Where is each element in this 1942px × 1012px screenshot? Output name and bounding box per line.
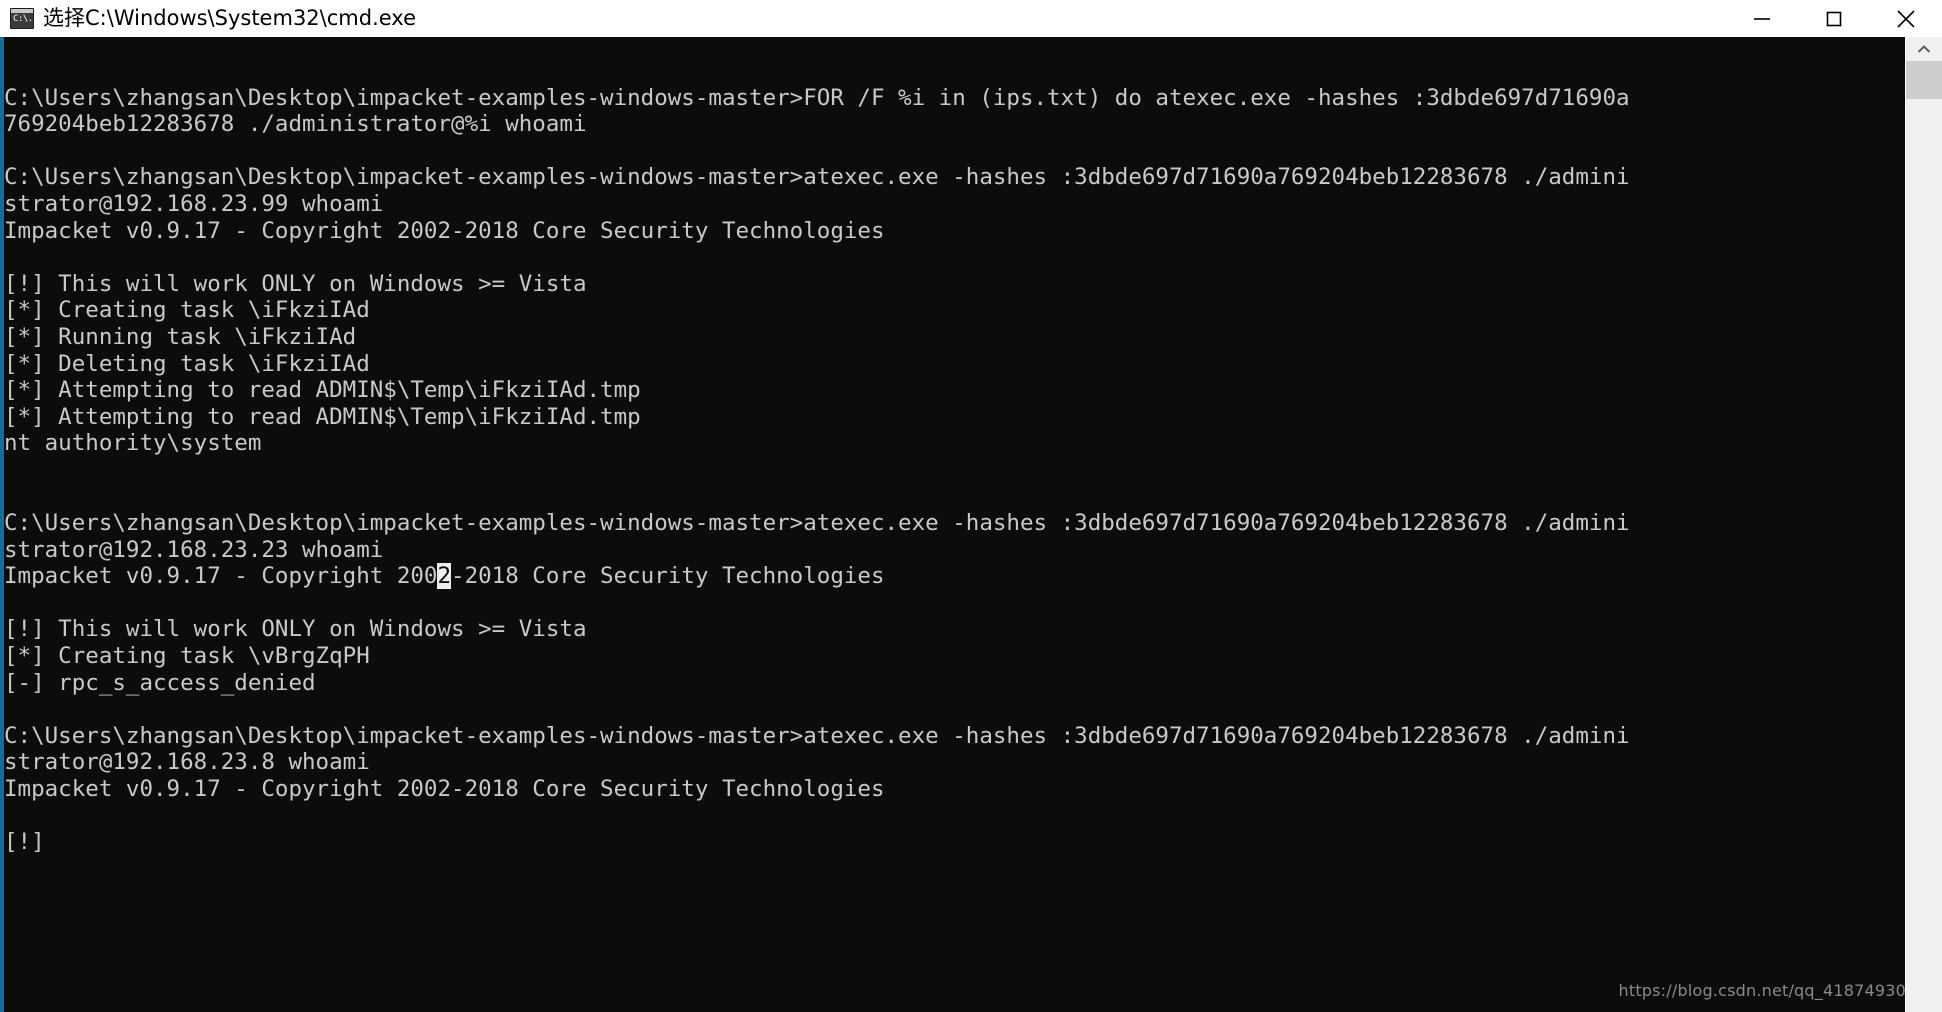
- console-line: C:\Users\zhangsan\Desktop\impacket-examp…: [4, 84, 1630, 111]
- scrollbar-up-button[interactable]: [1906, 37, 1942, 60]
- console-line: strator@192.168.23.8 whoami: [4, 749, 370, 776]
- close-icon: [1897, 9, 1915, 28]
- cmd-window: C:\. 选择C:\Windows\System32\cmd.exe C:\Us…: [0, 0, 1942, 1012]
- console-line: 769204beb12283678 ./administrator@%i who…: [4, 111, 587, 138]
- watermark-text: https://blog.csdn.net/qq_41874930: [1618, 981, 1906, 1000]
- console-line: [*] Creating task \vBrgZqPH: [4, 643, 370, 670]
- console-line: [!] This will work ONLY on Windows >= Vi…: [4, 616, 587, 643]
- console-line: Impacket v0.9.17 - Copyright 2002-2018 C…: [4, 217, 885, 244]
- console-line: [*] Attempting to read ADMIN$\Temp\iFkzi…: [4, 403, 641, 430]
- console-line: [*] Attempting to read ADMIN$\Temp\iFkzi…: [4, 377, 641, 404]
- close-button[interactable]: [1870, 0, 1942, 37]
- console-selection-highlight: 2: [437, 563, 452, 590]
- scrollbar-thumb[interactable]: [1906, 61, 1942, 99]
- window-title: 选择C:\Windows\System32\cmd.exe: [43, 6, 416, 30]
- console-line: C:\Users\zhangsan\Desktop\impacket-examp…: [4, 722, 1630, 749]
- console-line: Impacket v0.9.17 - Copyright 2002-2018 C…: [4, 776, 885, 803]
- console-line: Impacket v0.9.17 - Copyright 2002-2018 C…: [4, 563, 885, 590]
- console-line: [-] rpc_s_access_denied: [4, 669, 316, 696]
- console-line: [*] Running task \iFkziIAd: [4, 323, 357, 350]
- minimize-button[interactable]: [1726, 0, 1798, 37]
- vertical-scrollbar[interactable]: [1905, 37, 1942, 1012]
- console-output-area[interactable]: C:\Users\zhangsan\Desktop\impacket-examp…: [0, 37, 1942, 1012]
- console-line: [!] This will work ONLY on Windows >= Vi…: [4, 270, 587, 297]
- minimize-icon: [1754, 17, 1770, 20]
- cmd-icon-glyph: C:\.: [13, 14, 33, 24]
- title-bar[interactable]: C:\. 选择C:\Windows\System32\cmd.exe: [0, 0, 1942, 38]
- console-line: strator@192.168.23.23 whoami: [4, 536, 384, 563]
- maximize-icon: [1826, 11, 1842, 26]
- console-text: C:\Users\zhangsan\Desktop\impacket-examp…: [4, 58, 1904, 856]
- console-line: strator@192.168.23.99 whoami: [4, 190, 384, 217]
- maximize-button[interactable]: [1798, 0, 1870, 37]
- cmd-icon-titlestripe: [11, 9, 33, 13]
- console-left-edge-marker: [0, 37, 4, 1012]
- console-line: [!]: [4, 829, 45, 856]
- title-bar-left: C:\. 选择C:\Windows\System32\cmd.exe: [0, 0, 1726, 37]
- cmd-console-icon: C:\.: [10, 8, 34, 29]
- window-controls: [1726, 0, 1942, 37]
- console-line: [*] Deleting task \iFkziIAd: [4, 350, 370, 377]
- chevron-up-icon: [1917, 44, 1931, 53]
- console-line: C:\Users\zhangsan\Desktop\impacket-examp…: [4, 164, 1630, 191]
- console-line: C:\Users\zhangsan\Desktop\impacket-examp…: [4, 510, 1630, 537]
- console-line: nt authority\system: [4, 430, 262, 457]
- console-line: [*] Creating task \iFkziIAd: [4, 297, 370, 324]
